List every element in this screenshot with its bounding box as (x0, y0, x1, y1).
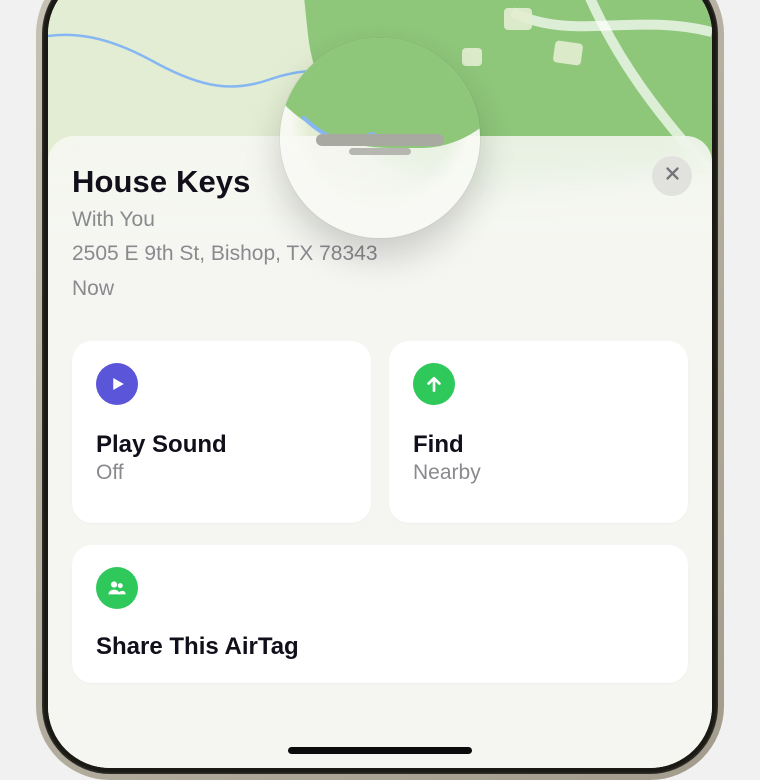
play-sound-subtitle: Off (96, 461, 347, 485)
zoom-grabber (316, 134, 444, 146)
phone-frame: House Keys With You 2505 E 9th St, Bisho… (36, 0, 724, 780)
find-subtitle: Nearby (413, 461, 664, 485)
share-airtag-card[interactable]: Share This AirTag (72, 545, 688, 683)
item-address: 2505 E 9th St, Bishop, TX 78343 (72, 240, 492, 268)
play-sound-label: Play Sound (96, 431, 347, 459)
phone-bezel: House Keys With You 2505 E 9th St, Bisho… (42, 0, 718, 774)
find-label: Find (413, 431, 664, 459)
arrow-up-icon (413, 363, 455, 405)
people-icon (96, 567, 138, 609)
map-building (504, 8, 532, 30)
item-time: Now (72, 275, 492, 303)
detail-sheet[interactable]: House Keys With You 2505 E 9th St, Bisho… (48, 136, 712, 768)
zoom-lens (280, 38, 480, 238)
share-airtag-label: Share This AirTag (96, 633, 664, 661)
home-indicator[interactable] (288, 747, 472, 754)
map-building (553, 40, 584, 66)
find-card[interactable]: Find Nearby (389, 341, 688, 523)
phone-screen: House Keys With You 2505 E 9th St, Bisho… (48, 0, 712, 768)
close-icon (664, 165, 681, 187)
play-sound-card[interactable]: Play Sound Off (72, 341, 371, 523)
play-icon (96, 363, 138, 405)
close-button[interactable] (652, 156, 692, 196)
action-card-row: Play Sound Off Find Nearby (72, 341, 688, 523)
